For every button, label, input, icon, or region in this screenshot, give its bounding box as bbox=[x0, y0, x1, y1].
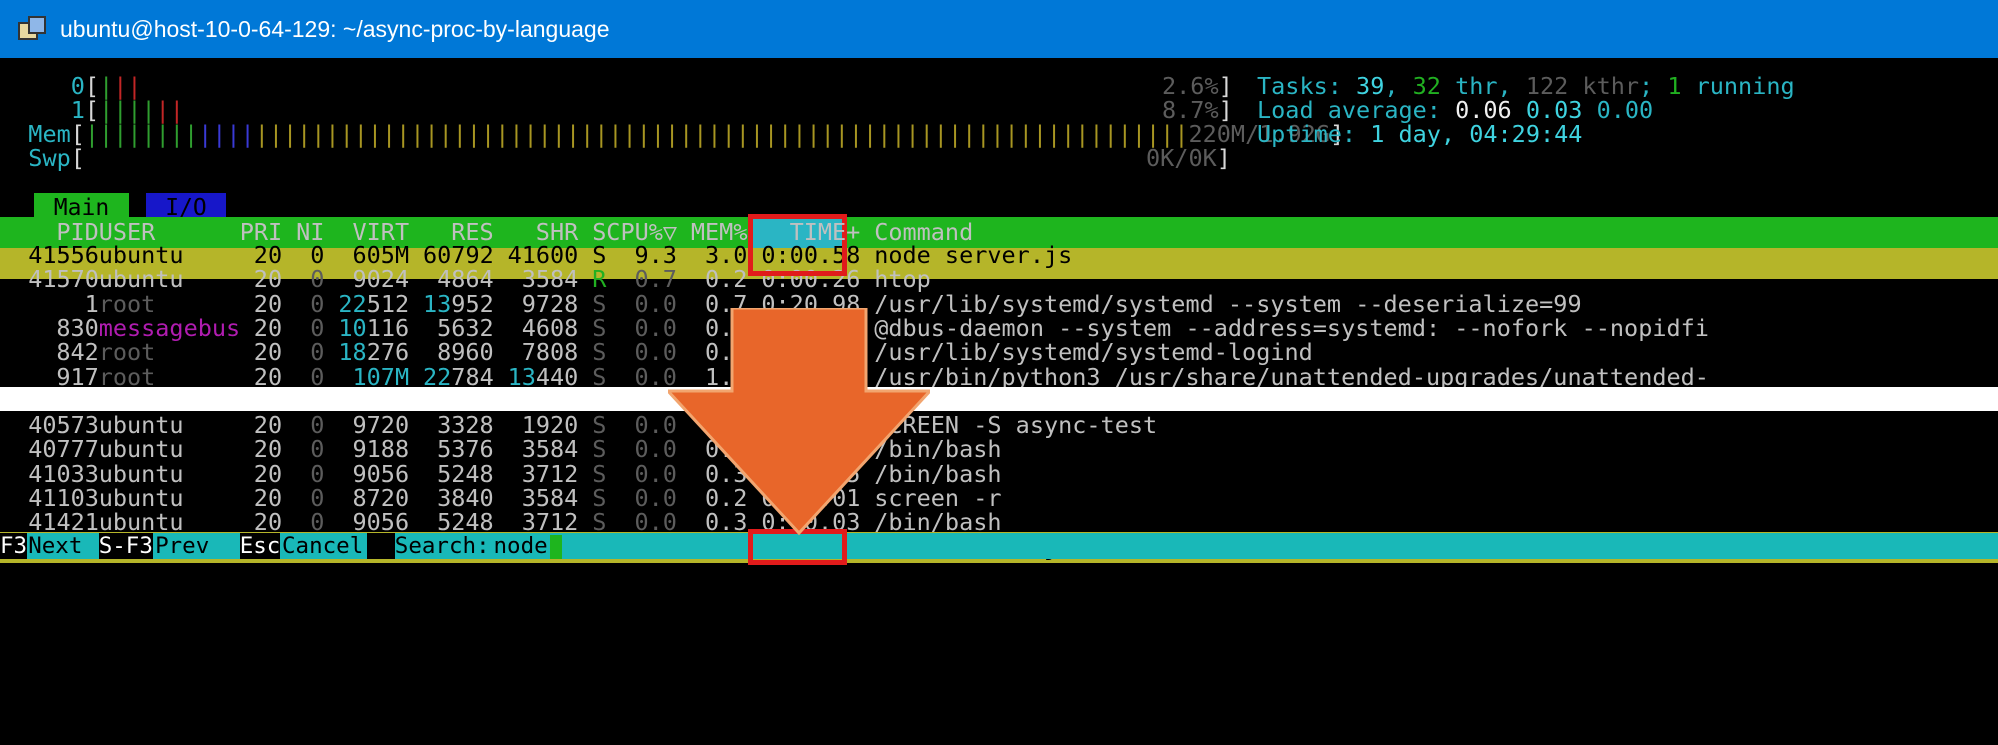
search-label: Search: bbox=[394, 533, 490, 559]
window-title: ubuntu@host-10-0-64-129: ~/async-proc-by… bbox=[60, 15, 610, 42]
window-titlebar: ubuntu@host-10-0-64-129: ~/async-proc-by… bbox=[0, 0, 1998, 58]
mem-meter: Mem[||||||||||||||||||||||||||||||||||||… bbox=[28, 120, 1345, 148]
f3-label: Next bbox=[28, 533, 83, 559]
column-header-res: RES bbox=[451, 218, 494, 246]
search-value[interactable]: node bbox=[494, 533, 548, 559]
column-header-s: S bbox=[592, 218, 607, 246]
shift-f3-key[interactable]: S-F3 bbox=[98, 533, 153, 559]
esc-key[interactable]: Esc bbox=[239, 533, 281, 559]
column-header-cpu: CPU%▽ bbox=[606, 218, 678, 246]
column-header-pri: PRI bbox=[239, 218, 283, 246]
column-header-virt: VIRT bbox=[352, 218, 410, 246]
footer-spacer bbox=[366, 533, 395, 559]
terminal-area[interactable]: 0[||| 2.6%] 1[|||||| 8.7%] Mem[|||||||||… bbox=[0, 58, 1998, 745]
text-cursor bbox=[549, 535, 562, 559]
swp-meter: Swp[ bbox=[28, 144, 85, 172]
column-header-shr: SHR bbox=[535, 218, 579, 246]
esc-label: Cancel bbox=[282, 533, 364, 559]
screenshot-splice-gap bbox=[0, 387, 1998, 411]
uptime: Uptime: 1 day, 04:29:44 bbox=[1257, 120, 1583, 148]
putty-app-icon[interactable] bbox=[16, 14, 46, 44]
column-header-time: TIME+ bbox=[789, 218, 861, 246]
column-header-cmd: Command bbox=[874, 218, 974, 246]
f3-key[interactable]: F3 bbox=[0, 533, 28, 559]
column-header-mem: MEM% bbox=[690, 218, 748, 246]
column-header-pid: PID bbox=[56, 218, 99, 246]
column-header-ni: NI bbox=[296, 218, 325, 246]
down-arrow-annotation bbox=[668, 308, 930, 536]
column-header-user: USER bbox=[98, 218, 156, 246]
shift-f3-label: Prev bbox=[155, 533, 210, 559]
